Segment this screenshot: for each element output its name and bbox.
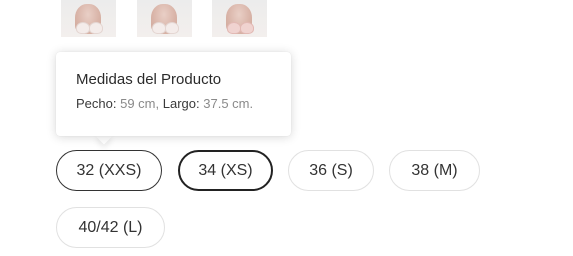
- product-thumbnail-2[interactable]: [137, 0, 192, 37]
- largo-value: 37.5 cm.: [203, 96, 254, 111]
- size-selector-panel: Medidas del Producto Pecho: 59 cm, Largo…: [0, 0, 573, 256]
- tooltip-measurements: Pecho: 59 cm, Largo: 37.5 cm.: [76, 96, 253, 111]
- pecho-label: Pecho:: [76, 96, 117, 111]
- product-thumbnail-1[interactable]: [61, 0, 116, 37]
- product-measurements-tooltip: Medidas del Producto Pecho: 59 cm, Largo…: [56, 52, 291, 136]
- size-option-36-s[interactable]: 36 (S): [288, 150, 374, 191]
- size-option-34-xs[interactable]: 34 (XS): [178, 150, 273, 191]
- size-option-38-m[interactable]: 38 (M): [389, 150, 480, 191]
- size-option-32-xxs[interactable]: 32 (XXS): [56, 150, 162, 191]
- tooltip-title: Medidas del Producto: [76, 71, 222, 88]
- size-option-40-42-l[interactable]: 40/42 (L): [56, 207, 165, 248]
- pecho-value: 59 cm,: [120, 96, 160, 111]
- product-thumbnail-3[interactable]: [212, 0, 267, 37]
- largo-label: Largo:: [162, 96, 200, 111]
